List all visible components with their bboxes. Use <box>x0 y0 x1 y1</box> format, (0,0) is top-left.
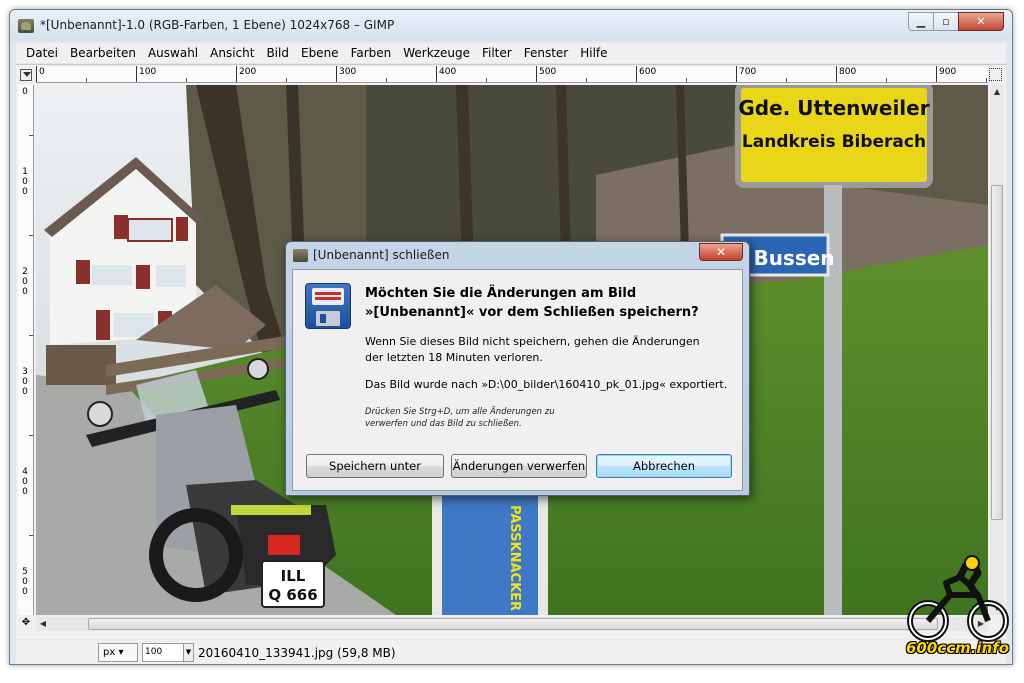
cancel-button[interactable]: Abbrechen <box>596 454 732 478</box>
zoom-image-when-window-size-changes-icon[interactable] <box>989 68 1002 81</box>
ruler-label: 100 <box>139 67 157 77</box>
scroll-left-arrow-icon[interactable]: ◀ <box>36 617 50 631</box>
vertical-scroll-thumb[interactable] <box>991 185 1003 520</box>
scroll-up-arrow-icon[interactable]: ▲ <box>990 85 1004 99</box>
ruler-label: 400 <box>439 67 457 77</box>
menu-werkzeuge[interactable]: Werkzeuge <box>397 46 476 60</box>
heading-line-1: Möchten Sie die Änderungen am Bild <box>365 286 637 301</box>
discard-changes-button[interactable]: Änderungen verwerfen <box>451 454 587 478</box>
menu-bild[interactable]: Bild <box>260 46 295 60</box>
ruler-label: 0 <box>39 67 45 77</box>
watermark-logo: 600ccm.info <box>900 555 1018 665</box>
chevron-down-icon[interactable]: ▼ <box>183 644 193 661</box>
ruler-label: 200 <box>239 67 257 77</box>
zoom-value: 100 <box>145 647 163 657</box>
heading-line-2: »[Unbenannt]« vor dem Schließen speicher… <box>365 305 699 320</box>
gimp-app-icon <box>293 249 308 262</box>
navigate-image-icon[interactable]: ✥ <box>18 617 34 631</box>
window-title: *[Unbenannt]-1.0 (RGB-Farben, 1 Ebene) 1… <box>40 18 395 32</box>
unit-select[interactable]: px ▾ <box>98 643 138 662</box>
dialog-title: [Unbenannt] schließen <box>313 248 450 262</box>
export-info: Das Bild wurde nach »D:\00_bilder\160410… <box>365 378 728 391</box>
zoom-select[interactable]: 100 ▼ <box>142 643 194 662</box>
ruler-label: 800 <box>839 67 857 77</box>
menu-filter[interactable]: Filter <box>476 46 518 60</box>
dialog-body: Möchten Sie die Änderungen am Bild »[Unb… <box>292 269 743 491</box>
quick-mask-menu-icon[interactable] <box>20 69 32 81</box>
menu-hilfe[interactable]: Hilfe <box>574 46 613 60</box>
plate-line2: Q 666 <box>268 586 317 604</box>
dialog-message: Wenn Sie dieses Bild nicht speichern, ge… <box>365 334 735 366</box>
ruler-label: 400 <box>22 467 28 497</box>
horizontal-ruler[interactable]: 0 100 200 300 400 500 600 700 800 900 <box>36 66 988 83</box>
shortcut-hint: Drücken Sie Strg+D, um alle Änderungen z… <box>365 406 735 430</box>
motorcycle-rider-icon <box>907 555 1009 642</box>
ruler-label: 200 <box>22 267 28 297</box>
status-bar: px ▾ 100 ▼ 20160410_133941.jpg (59,8 MB) <box>16 640 1006 664</box>
message-line-1: Wenn Sie dieses Bild nicht speichern, ge… <box>365 335 700 348</box>
hint-line-2: verwerfen und das Bild zu schließen. <box>365 419 522 429</box>
close-button[interactable]: ✕ <box>958 12 1004 31</box>
vertical-ruler[interactable]: 0 100 200 300 400 500 <box>18 85 34 615</box>
ruler-label: 0 <box>22 87 28 97</box>
watermark-text: 600ccm.info <box>906 639 1010 657</box>
unit-value: px <box>103 647 116 658</box>
ruler-label: 700 <box>739 67 757 77</box>
message-line-2: der letzten 18 Minuten verloren. <box>365 351 543 364</box>
menu-ebene[interactable]: Ebene <box>295 46 345 60</box>
ruler-label: 900 <box>939 67 957 77</box>
title-bar[interactable]: *[Unbenannt]-1.0 (RGB-Farben, 1 Ebene) 1… <box>10 10 1012 41</box>
dialog-title-bar[interactable]: [Unbenannt] schließen ✕ <box>286 242 749 268</box>
ruler-label: 100 <box>22 167 28 197</box>
close-image-dialog: [Unbenannt] schließen ✕ Möchten Sie die … <box>285 241 750 496</box>
menu-bar: Datei Bearbeiten Auswahl Ansicht Bild Eb… <box>16 43 1006 63</box>
plate-line1: ILL <box>281 567 306 585</box>
menu-ansicht[interactable]: Ansicht <box>204 46 260 60</box>
ruler-label: 300 <box>22 367 28 397</box>
menu-fenster[interactable]: Fenster <box>518 46 575 60</box>
status-message: 20160410_133941.jpg (59,8 MB) <box>198 646 396 660</box>
menu-farben[interactable]: Farben <box>345 46 398 60</box>
ruler-label: 500 <box>539 67 557 77</box>
ruler-label: 600 <box>639 67 657 77</box>
ruler-label: 300 <box>339 67 357 77</box>
vertical-scrollbar[interactable]: ▲ ▼ <box>990 85 1004 615</box>
town-sign-text: Gde. Uttenweiler <box>738 96 929 120</box>
street-sign-text: Bussen <box>753 246 834 270</box>
ruler-label: 500 <box>22 567 28 597</box>
dialog-close-button[interactable]: ✕ <box>699 243 743 261</box>
menu-bearbeiten[interactable]: Bearbeiten <box>64 46 142 60</box>
floppy-disk-icon <box>305 283 351 329</box>
save-as-button[interactable]: Speichern unter <box>306 454 444 478</box>
minimize-button[interactable]: ▁ <box>908 12 934 31</box>
hint-line-1: Drücken Sie Strg+D, um alle Änderungen z… <box>365 407 555 417</box>
district-sign-text: Landkreis Biberach <box>742 132 926 152</box>
horizontal-scrollbar[interactable]: ◀ ▶ <box>36 617 988 631</box>
dialog-heading: Möchten Sie die Änderungen am Bild »[Unb… <box>365 284 735 322</box>
gimp-app-icon <box>18 19 34 33</box>
sticker-text: PASSKNACKER <box>507 505 522 611</box>
horizontal-scroll-thumb[interactable] <box>88 618 938 630</box>
menu-datei[interactable]: Datei <box>20 46 64 60</box>
maximize-button[interactable]: ▫ <box>933 12 959 31</box>
menu-auswahl[interactable]: Auswahl <box>142 46 204 60</box>
